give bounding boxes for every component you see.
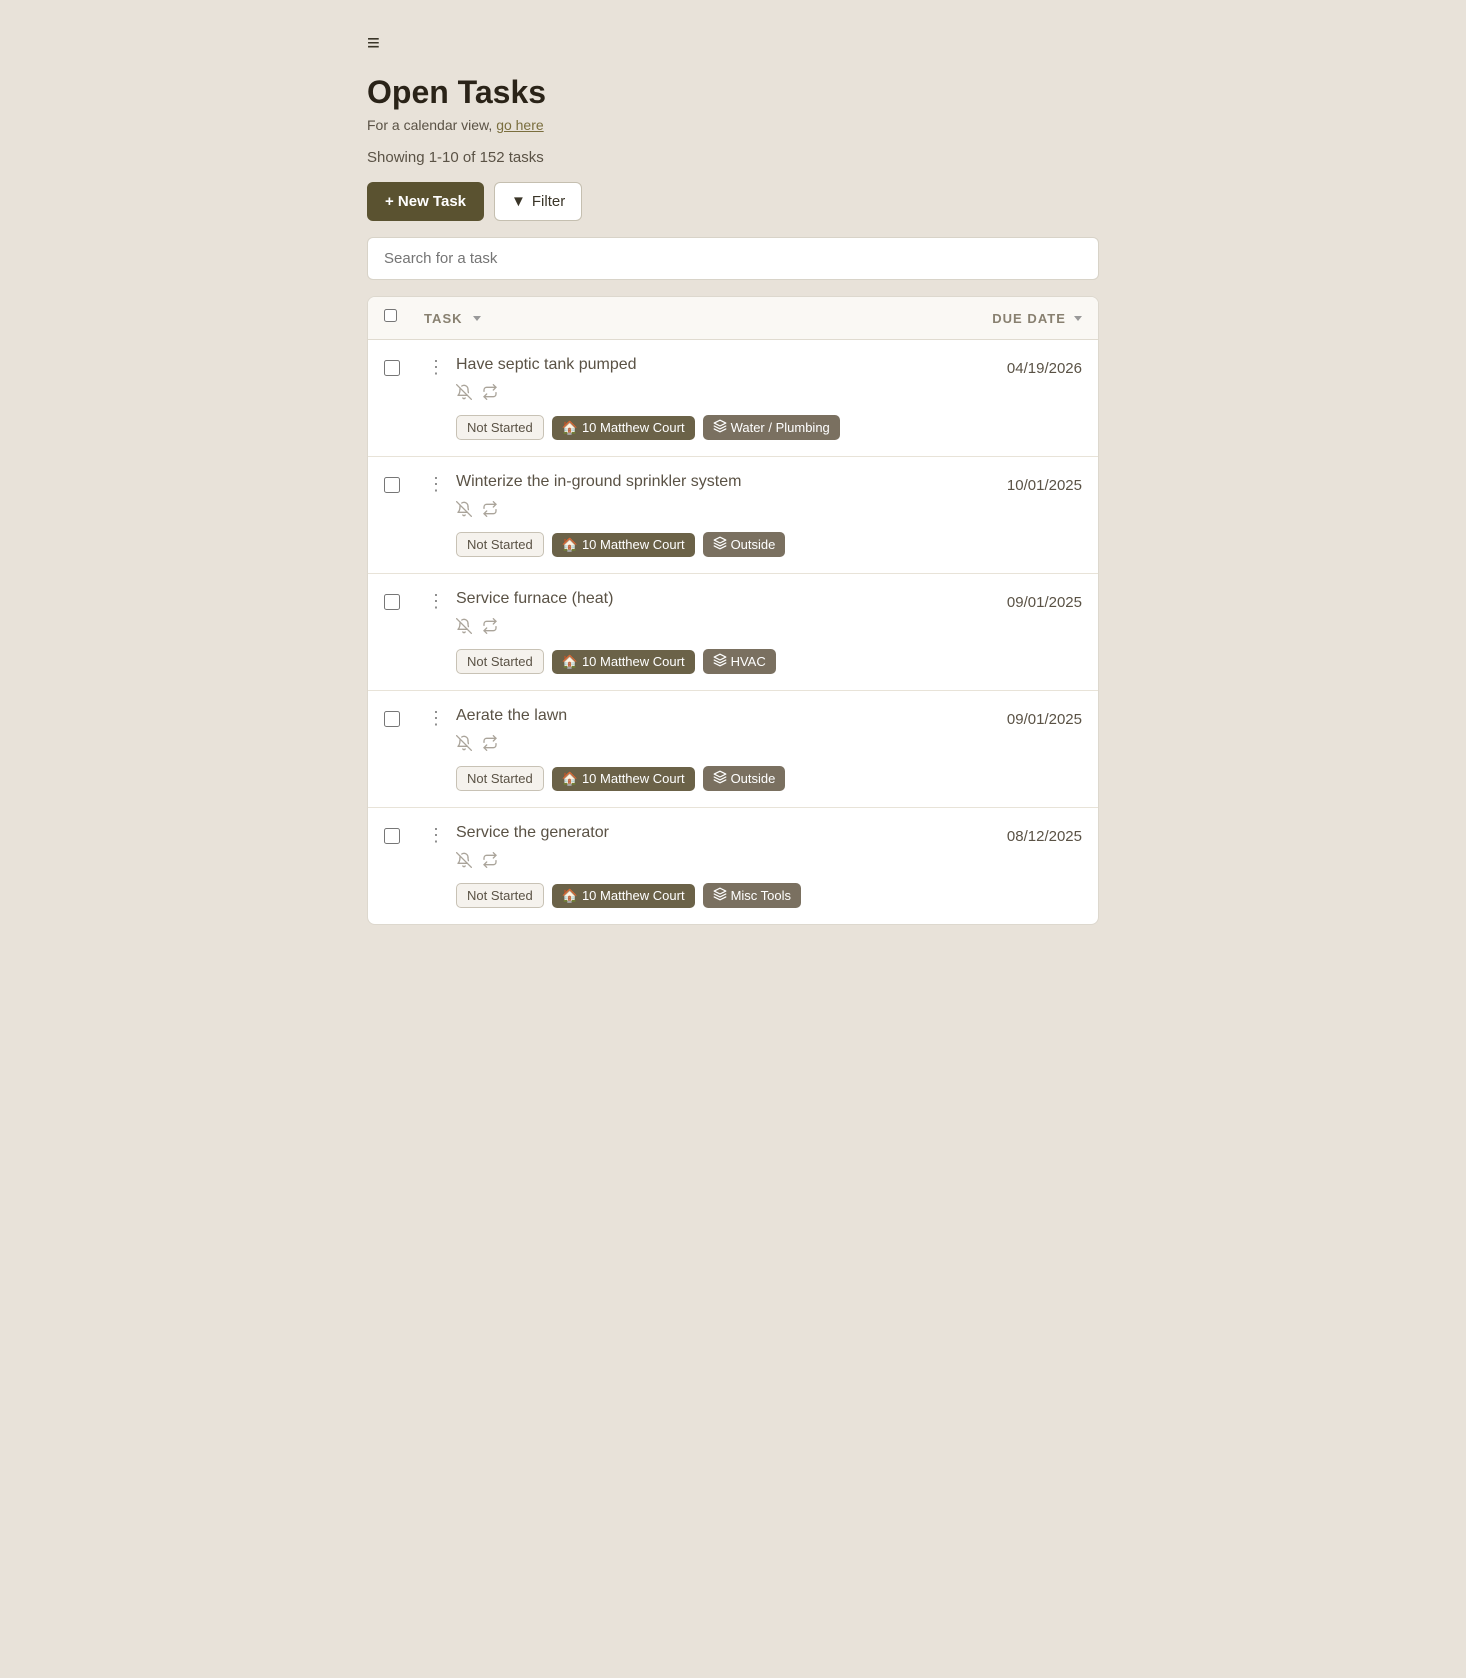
page-title: Open Tasks [367, 74, 1099, 111]
table-header: TASK DUE DATE [368, 297, 1098, 340]
menu-icon[interactable]: ≡ [367, 32, 1099, 54]
row-tags-1: Not Started 🏠 10 Matthew Court Outside [456, 532, 934, 557]
task-table: TASK DUE DATE ⋮ Have septic tank pumped [367, 296, 1099, 925]
due-date-4: 08/12/2025 [942, 824, 1082, 845]
table-row: ⋮ Have septic tank pumped [368, 340, 1098, 457]
location-tag-2[interactable]: 🏠 10 Matthew Court [552, 650, 695, 674]
repeat-icon-2[interactable] [482, 618, 498, 639]
bell-mute-icon-3[interactable] [456, 735, 472, 756]
filter-icon: ▼ [511, 193, 526, 210]
row-menu-2[interactable]: ⋮ [424, 590, 448, 610]
status-badge-2[interactable]: Not Started [456, 649, 544, 674]
row-icons-2 [456, 618, 934, 639]
search-input[interactable] [367, 237, 1099, 280]
category-tag-0[interactable]: Water / Plumbing [703, 415, 840, 440]
stack-icon-0 [713, 419, 727, 436]
table-row: ⋮ Aerate the lawn [368, 691, 1098, 808]
checkbox-4[interactable] [384, 828, 400, 844]
row-icons-0 [456, 384, 934, 405]
location-tag-3[interactable]: 🏠 10 Matthew Court [552, 767, 695, 791]
status-badge-0[interactable]: Not Started [456, 415, 544, 440]
toolbar: + New Task ▼ Filter [367, 182, 1099, 221]
house-icon-4: 🏠 [562, 888, 578, 904]
task-title-2: Service furnace (heat) [456, 590, 934, 608]
showing-count: Showing 1-10 of 152 tasks [367, 149, 1099, 166]
task-sort-icon[interactable] [473, 316, 481, 321]
task-list: ⋮ Have septic tank pumped [368, 340, 1098, 924]
row-tags-2: Not Started 🏠 10 Matthew Court HVAC [456, 649, 934, 674]
stack-icon-4 [713, 887, 727, 904]
calendar-link[interactable]: go here [496, 117, 543, 133]
house-icon-3: 🏠 [562, 771, 578, 787]
row-menu-4[interactable]: ⋮ [424, 824, 448, 844]
row-tags-4: Not Started 🏠 10 Matthew Court Misc Tool… [456, 883, 934, 908]
status-badge-1[interactable]: Not Started [456, 532, 544, 557]
row-content-3: Aerate the lawn [456, 707, 934, 791]
column-task: TASK [424, 311, 922, 326]
row-menu-3[interactable]: ⋮ [424, 707, 448, 727]
checkbox-3[interactable] [384, 711, 400, 727]
checkbox-1[interactable] [384, 477, 400, 493]
row-checkbox-2[interactable] [384, 590, 416, 615]
due-sort-icon[interactable] [1074, 316, 1082, 321]
new-task-button[interactable]: + New Task [367, 182, 484, 221]
bell-mute-icon-2[interactable] [456, 618, 472, 639]
repeat-icon-3[interactable] [482, 735, 498, 756]
row-content-2: Service furnace (heat) [456, 590, 934, 674]
stack-icon-2 [713, 653, 727, 670]
task-title-4: Service the generator [456, 824, 934, 842]
category-tag-4[interactable]: Misc Tools [703, 883, 801, 908]
table-row: ⋮ Service furnace (heat) [368, 574, 1098, 691]
table-row: ⋮ Winterize the in-ground sprinkler syst… [368, 457, 1098, 574]
status-badge-4[interactable]: Not Started [456, 883, 544, 908]
row-content-1: Winterize the in-ground sprinkler system [456, 473, 934, 557]
repeat-icon-4[interactable] [482, 852, 498, 873]
bell-mute-icon-1[interactable] [456, 501, 472, 522]
due-date-2: 09/01/2025 [942, 590, 1082, 611]
row-checkbox-4[interactable] [384, 824, 416, 849]
repeat-icon-0[interactable] [482, 384, 498, 405]
bell-mute-icon-4[interactable] [456, 852, 472, 873]
row-icons-3 [456, 735, 934, 756]
category-tag-1[interactable]: Outside [703, 532, 786, 557]
due-date-1: 10/01/2025 [942, 473, 1082, 494]
filter-button[interactable]: ▼ Filter [494, 182, 582, 221]
row-checkbox-3[interactable] [384, 707, 416, 732]
row-checkbox-1[interactable] [384, 473, 416, 498]
row-content-0: Have septic tank pumped [456, 356, 934, 440]
row-content-4: Service the generator [456, 824, 934, 908]
row-icons-1 [456, 501, 934, 522]
house-icon-0: 🏠 [562, 420, 578, 436]
stack-icon-3 [713, 770, 727, 787]
house-icon-2: 🏠 [562, 654, 578, 670]
row-tags-0: Not Started 🏠 10 Matthew Court Water / P… [456, 415, 934, 440]
row-icons-4 [456, 852, 934, 873]
location-tag-1[interactable]: 🏠 10 Matthew Court [552, 533, 695, 557]
task-title-1: Winterize the in-ground sprinkler system [456, 473, 934, 491]
row-checkbox-0[interactable] [384, 356, 416, 381]
location-tag-4[interactable]: 🏠 10 Matthew Court [552, 884, 695, 908]
category-tag-3[interactable]: Outside [703, 766, 786, 791]
category-tag-2[interactable]: HVAC [703, 649, 776, 674]
location-tag-0[interactable]: 🏠 10 Matthew Court [552, 416, 695, 440]
checkbox-2[interactable] [384, 594, 400, 610]
row-menu-1[interactable]: ⋮ [424, 473, 448, 493]
due-date-0: 04/19/2026 [942, 356, 1082, 377]
status-badge-3[interactable]: Not Started [456, 766, 544, 791]
due-date-3: 09/01/2025 [942, 707, 1082, 728]
row-tags-3: Not Started 🏠 10 Matthew Court Outside [456, 766, 934, 791]
stack-icon-1 [713, 536, 727, 553]
column-due-date: DUE DATE [922, 311, 1082, 326]
task-title-0: Have septic tank pumped [456, 356, 934, 374]
house-icon-1: 🏠 [562, 537, 578, 553]
checkbox-0[interactable] [384, 360, 400, 376]
repeat-icon-1[interactable] [482, 501, 498, 522]
table-row: ⋮ Service the generator [368, 808, 1098, 924]
calendar-link-row: For a calendar view, go here [367, 117, 1099, 133]
task-title-3: Aerate the lawn [456, 707, 934, 725]
row-menu-0[interactable]: ⋮ [424, 356, 448, 376]
bell-mute-icon-0[interactable] [456, 384, 472, 405]
select-all-checkbox[interactable] [384, 309, 397, 322]
